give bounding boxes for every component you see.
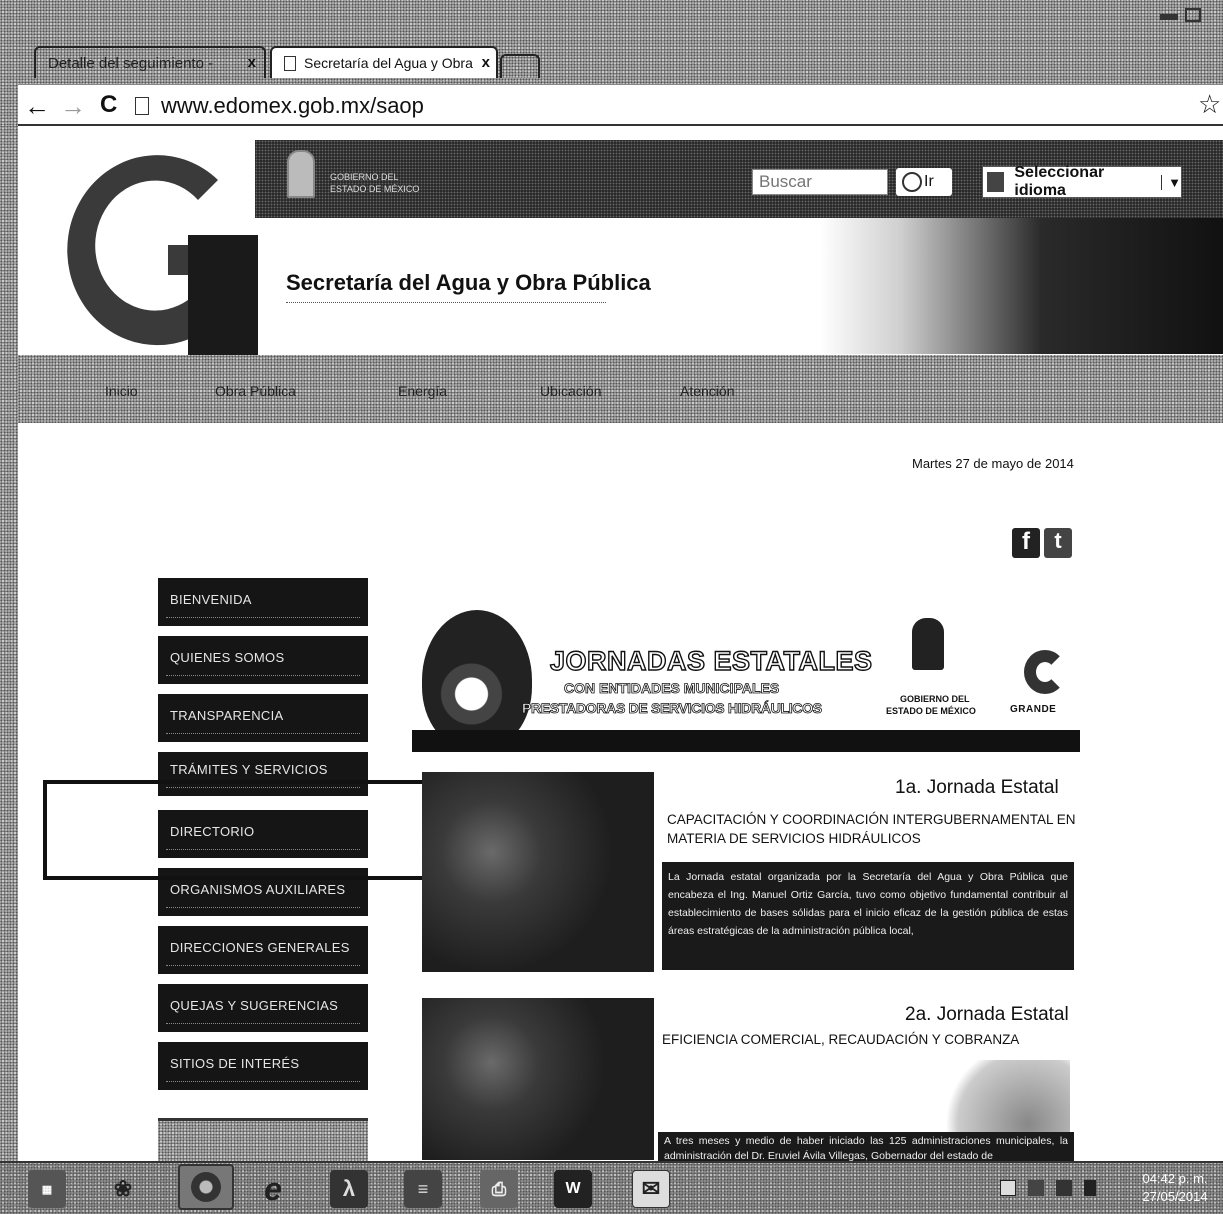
search-button-label: Ir <box>924 173 934 190</box>
printer-icon[interactable]: ⎙ <box>480 1170 518 1208</box>
article-2-photo[interactable] <box>422 998 654 1160</box>
page-date: Martes 27 de mayo de 2014 <box>912 456 1074 471</box>
tray-flag-icon[interactable] <box>1028 1180 1044 1196</box>
sidebar-item-bienvenida[interactable]: BIENVENIDA <box>158 578 368 626</box>
notepad-icon[interactable]: ≡ <box>404 1170 442 1208</box>
clock[interactable]: 04:42 p. m. 27/05/2014 <box>1130 1170 1220 1206</box>
reload-icon[interactable]: C <box>100 91 117 119</box>
back-arrow-icon[interactable]: ← <box>24 91 50 122</box>
language-label: Seleccionar idioma <box>1014 164 1105 199</box>
header-photo <box>820 218 1223 354</box>
highlight-box <box>43 780 453 880</box>
tab-detalle[interactable]: Detalle del seguimiento - x <box>34 46 266 78</box>
title-underline <box>286 302 606 303</box>
tray-volume-icon[interactable] <box>1084 1180 1096 1196</box>
nav-ubicacion[interactable]: Ubicación <box>540 383 601 399</box>
translate-icon <box>987 172 1005 192</box>
search-input[interactable] <box>752 169 888 195</box>
article-1-text: La Jornada estatal organizada por la Sec… <box>668 871 1068 937</box>
sidebar-item-quienes-somos[interactable]: QUIENES SOMOS <box>158 636 368 684</box>
tray-icons[interactable] <box>1000 1180 1110 1202</box>
gov-emblem-icon <box>287 150 315 198</box>
chrome-icon[interactable] <box>178 1164 234 1210</box>
banner-title: JORNADAS ESTATALES <box>549 645 873 676</box>
facebook-icon[interactable]: f <box>1012 528 1040 558</box>
site-title: Secretaría del Agua y Obra Pública <box>286 270 651 295</box>
tray-network-icon[interactable] <box>1056 1180 1072 1196</box>
acrobat-icon[interactable]: λ <box>330 1170 368 1208</box>
banner-grande: GRANDE <box>1010 704 1057 715</box>
tray-up-icon[interactable] <box>1000 1180 1016 1196</box>
banner-bottom-bar <box>412 730 1080 752</box>
search-button[interactable]: Ir <box>896 168 952 196</box>
banner-line2: CON ENTIDADES MUNICIPALES <box>564 680 780 697</box>
main-nav <box>18 355 1223 423</box>
outlook-icon[interactable]: ✉ <box>632 1170 670 1208</box>
banner-line3: PRESTADORAS DE SERVICIOS HIDRÁULICOS <box>522 700 823 717</box>
article-2-textbox: A tres meses y medio de haber iniciado l… <box>658 1132 1074 1162</box>
url-bar[interactable]: www.edomex.gob.mx/saop <box>161 93 424 119</box>
chevron-down-icon: ▼ <box>1161 174 1181 190</box>
clock-time: 04:42 p. m. <box>1142 1171 1208 1186</box>
article-2-text: A tres meses y medio de haber iniciado l… <box>664 1135 1068 1162</box>
banner-gov-line2: ESTADO DE MÉXICO <box>886 706 976 716</box>
water-drop-logo <box>422 610 532 750</box>
internet-explorer-icon[interactable]: e <box>254 1170 292 1208</box>
page-icon <box>284 55 296 71</box>
language-select[interactable]: Seleccionar idioma ▼ <box>982 164 1182 199</box>
sidebar-item-transparencia[interactable]: TRANSPARENCIA <box>158 694 368 742</box>
twitter-icon[interactable]: t <box>1044 528 1072 558</box>
tab-close-icon[interactable]: x <box>482 54 490 71</box>
nav-inicio[interactable]: Inicio <box>105 383 138 399</box>
g-logo <box>58 140 258 355</box>
article-2-decor <box>930 1060 1070 1140</box>
gov-line1: GOBIERNO DEL <box>330 172 399 182</box>
sidebar-item-sitios[interactable]: SITIOS DE INTERÉS <box>158 1042 368 1090</box>
windows-start-icon[interactable]: ▦ <box>28 1170 66 1208</box>
new-tab-button[interactable] <box>500 54 540 78</box>
article-1-textbox: La Jornada estatal organizada por la Sec… <box>662 862 1074 970</box>
sidebar-item-quejas[interactable]: QUEJAS Y SUGERENCIAS <box>158 984 368 1032</box>
banner-g-logo <box>1024 650 1066 694</box>
toolbar: ← → C www.edomex.gob.mx/saop ☆ <box>18 84 1223 126</box>
clock-date: 27/05/2014 <box>1142 1189 1208 1204</box>
window-left-border <box>0 125 18 1161</box>
article-1-photo[interactable] <box>422 772 654 972</box>
banner-gov-emblem-icon <box>912 618 944 670</box>
paint-icon[interactable]: ❀ <box>104 1170 142 1208</box>
gov-line2: ESTADO DE MÉXICO <box>330 184 420 194</box>
minimize-icon[interactable] <box>1160 14 1178 20</box>
sidebar-bottom-widget[interactable] <box>158 1118 368 1163</box>
chrome-logo <box>191 1172 221 1202</box>
url-page-icon <box>135 97 149 115</box>
article-2-heading[interactable]: 2a. Jornada Estatal <box>905 1004 1069 1026</box>
tab-label: Secretaría del Agua y Obra <box>304 55 473 71</box>
jornadas-banner: JORNADAS ESTATALES CON ENTIDADES MUNICIP… <box>412 590 1080 752</box>
word-icon[interactable]: W <box>554 1170 592 1208</box>
tab-secretaria[interactable]: Secretaría del Agua y Obra x <box>270 46 498 78</box>
nav-obra-publica[interactable]: Obra Pública <box>215 383 296 399</box>
article-2-subtitle: EFICIENCIA COMERCIAL, RECAUDACIÓN Y COBR… <box>662 1032 1020 1047</box>
nav-energia[interactable]: Energía <box>398 383 447 399</box>
sidebar-item-direcciones[interactable]: DIRECCIONES GENERALES <box>158 926 368 974</box>
nav-atencion[interactable]: Atención <box>680 383 734 399</box>
article-1-heading[interactable]: 1a. Jornada Estatal <box>895 777 1059 799</box>
article-1-subtitle: CAPACITACIÓN Y COORDINACIÓN INTERGUBERNA… <box>667 812 1076 846</box>
search-icon <box>902 172 922 192</box>
banner-gov-line1: GOBIERNO DEL <box>900 694 970 704</box>
maximize-icon[interactable] <box>1185 8 1201 22</box>
tab-close-icon[interactable]: x <box>248 54 256 71</box>
forward-arrow-icon[interactable]: → <box>60 91 86 122</box>
star-icon[interactable]: ☆ <box>1198 89 1221 120</box>
tab-label: Detalle del seguimiento - <box>48 54 214 72</box>
